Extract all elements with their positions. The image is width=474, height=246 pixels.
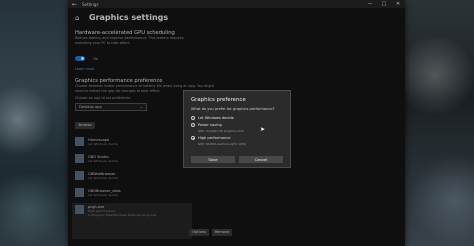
radio-label: High performance — [198, 136, 231, 140]
dialog-question: What do you prefer for graphics performa… — [191, 107, 275, 111]
cancel-button[interactable]: Cancel — [239, 156, 283, 163]
radio-button-selected[interactable] — [191, 136, 195, 140]
minimize-icon[interactable]: — — [363, 1, 377, 7]
window-title: Settings — [82, 1, 99, 7]
gpu-name: GPU: Intel(R) HD Graphics 630 — [198, 129, 244, 133]
back-arrow-icon[interactable]: ← — [72, 1, 82, 8]
dialog-buttons: Save Cancel — [191, 156, 283, 163]
radio-button[interactable] — [191, 116, 195, 120]
radio-option-power-saving[interactable]: Power saving — [191, 122, 283, 128]
desktop-background-right — [405, 0, 474, 246]
desktop-background-left — [0, 0, 68, 246]
gpu-name: GPU: NVIDIA GeForce GTX 1050 — [198, 142, 246, 146]
radio-label: Let Windows decide — [198, 116, 234, 120]
title-bar: ← Settings — □ ✕ — [68, 0, 405, 8]
radio-option-high-performance[interactable]: High performance — [191, 135, 283, 141]
graphics-preference-dialog: Graphics preference What do you prefer f… — [183, 90, 291, 168]
maximize-icon[interactable]: □ — [377, 1, 391, 7]
mouse-cursor-icon: ➤ — [260, 126, 266, 133]
save-button[interactable]: Save — [191, 156, 235, 163]
radio-option-let-windows-decide[interactable]: Let Windows decide — [191, 115, 283, 121]
close-icon[interactable]: ✕ — [391, 1, 405, 7]
dialog-title: Graphics preference — [191, 97, 246, 103]
radio-button[interactable] — [191, 123, 195, 127]
radio-label: Power saving — [198, 123, 222, 127]
